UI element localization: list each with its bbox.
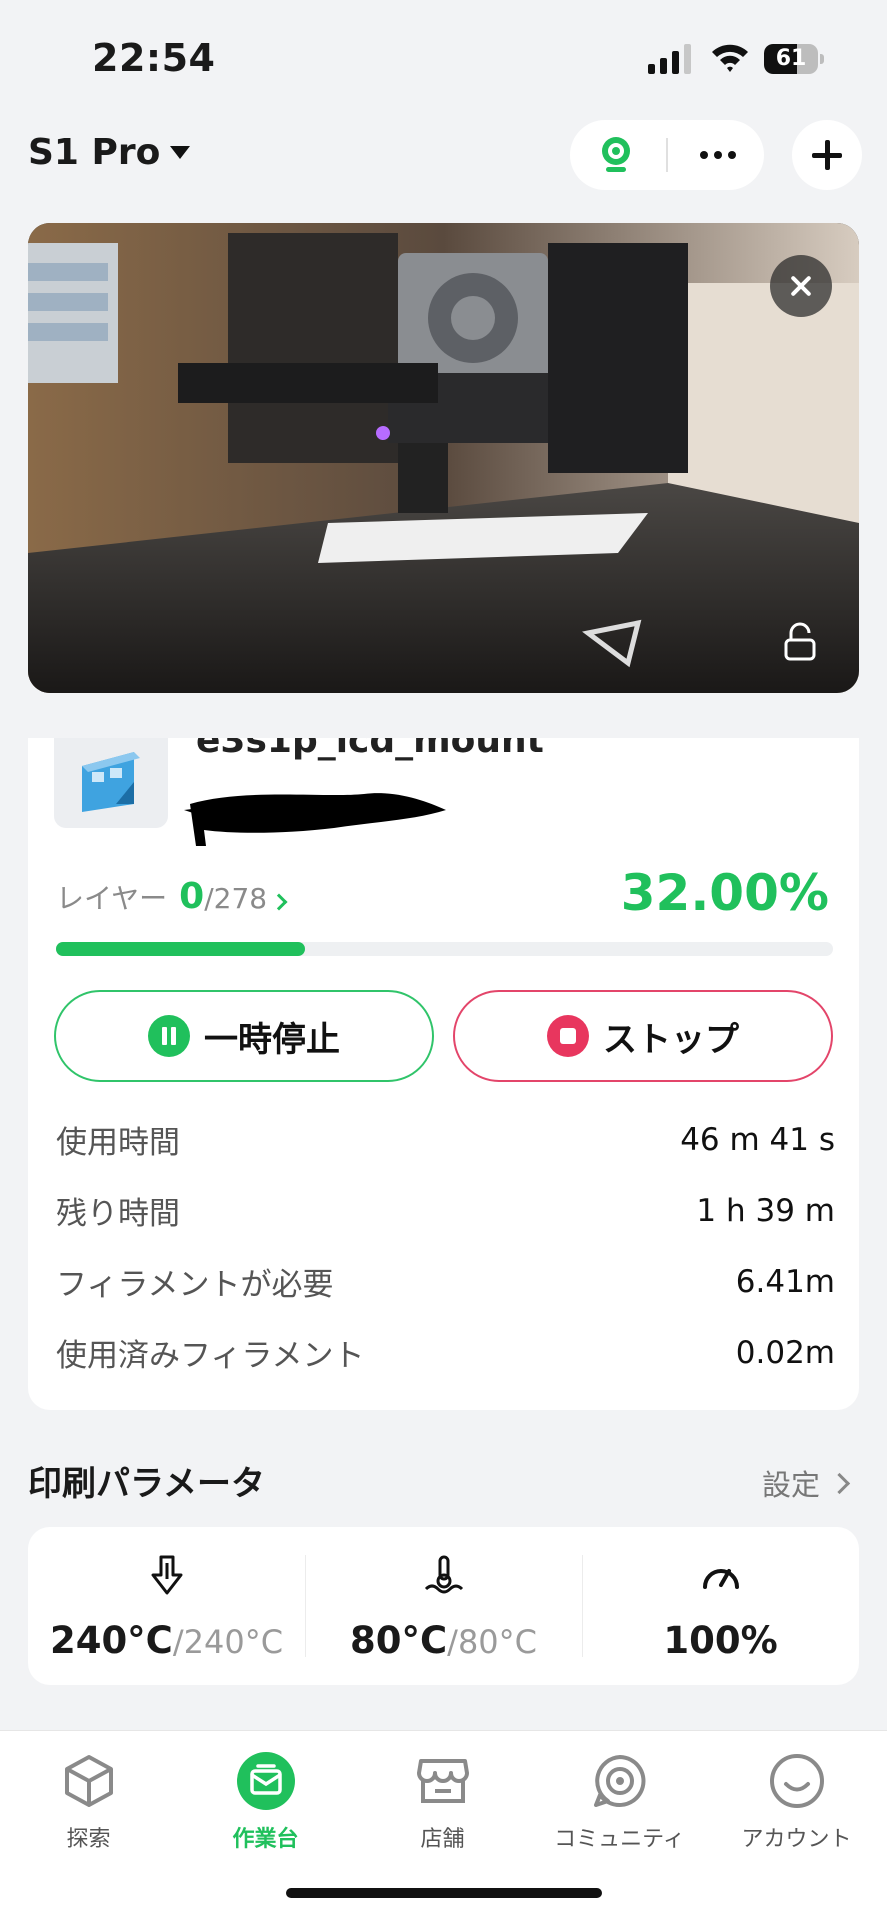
device-selector[interactable]: S1 Pro: [28, 132, 191, 173]
param-nozzle-temp[interactable]: 240°C/240°C: [28, 1527, 305, 1685]
camera-feed[interactable]: [28, 223, 859, 693]
nozzle-temp-value: 240°C: [49, 1619, 173, 1662]
bed-temperature-icon: [424, 1555, 463, 1594]
caret-down-icon: [170, 146, 191, 159]
nozzle-temp-target: /240°C: [172, 1623, 284, 1661]
speed-gauge-icon: [702, 1569, 739, 1589]
model-thumbnail: [54, 738, 168, 828]
tab-explore[interactable]: 探索: [0, 1751, 177, 1853]
stat-label: 残り時間: [56, 1196, 180, 1232]
model-name: e3s1p_lcd_mount: [196, 738, 544, 761]
device-name: S1 Pro: [28, 132, 161, 173]
pause-button[interactable]: 一時停止: [54, 990, 434, 1082]
tab-label: 店舗: [420, 1827, 465, 1852]
bed-temp-target: /80°C: [447, 1623, 537, 1661]
progress-bar: [56, 942, 833, 956]
stop-icon: [547, 1015, 589, 1057]
layer-total: /278: [204, 882, 268, 915]
community-icon: [593, 1755, 645, 1807]
stop-button[interactable]: ストップ: [453, 990, 833, 1082]
pause-label: 一時停止: [204, 1019, 340, 1060]
camera-image: [28, 223, 859, 693]
tab-label: アカウント: [741, 1827, 852, 1852]
tab-community[interactable]: コミュニティ: [531, 1751, 708, 1853]
progress-fill: [56, 942, 305, 956]
param-speed[interactable]: 100%: [582, 1527, 859, 1685]
chevron-right-icon: [270, 893, 288, 911]
settings-label: 設定: [761, 1468, 820, 1502]
tab-label: 作業台: [232, 1827, 299, 1852]
unlock-icon[interactable]: [782, 622, 818, 662]
webcam-icon[interactable]: [594, 133, 638, 177]
tab-label: 探索: [66, 1827, 111, 1852]
cellular-signal-icon: [648, 44, 691, 74]
pause-icon: [148, 1015, 190, 1057]
status-bar: 22:54 61: [0, 0, 887, 110]
layer-progress-link[interactable]: レイヤー 0 /278: [56, 876, 288, 917]
stat-label: 使用時間: [56, 1125, 180, 1161]
battery-level: 61: [775, 46, 807, 71]
stat-value: 6.41m: [735, 1263, 835, 1300]
stop-label: ストップ: [603, 1019, 739, 1060]
layer-label: レイヤー: [56, 882, 168, 915]
stat-row-filament-used: 使用済みフィラメント 0.02m: [56, 1317, 835, 1388]
redaction-mark: [184, 793, 446, 846]
stat-row-remaining: 残り時間 1 h 39 m: [56, 1175, 835, 1246]
speed-value: 100%: [663, 1619, 778, 1662]
header-actions: [570, 120, 764, 190]
more-dots-icon[interactable]: [688, 133, 748, 177]
tab-label: コミュニティ: [554, 1827, 685, 1852]
params-title: 印刷パラメータ: [28, 1464, 265, 1504]
add-button[interactable]: [792, 120, 862, 190]
stat-row-filament-needed: フィラメントが必要 6.41m: [56, 1246, 835, 1317]
battery-icon: 61: [764, 44, 824, 74]
nozzle-temperature-icon: [151, 1555, 182, 1595]
job-stats: 使用時間 46 m 41 s 残り時間 1 h 39 m フィラメントが必要 6…: [56, 1104, 835, 1388]
stat-label: フィラメントが必要: [56, 1267, 334, 1303]
param-bed-temp[interactable]: 80°C/80°C: [305, 1527, 582, 1685]
account-icon: [769, 1754, 824, 1808]
home-indicator: [286, 1888, 602, 1898]
chevron-right-icon: [828, 1472, 851, 1494]
params-card: 240°C/240°C 80°C/80°C 100%: [28, 1527, 859, 1685]
cube-icon: [64, 1755, 113, 1807]
stat-row-elapsed: 使用時間 46 m 41 s: [56, 1104, 835, 1175]
bed-temp-value: 80°C: [350, 1619, 448, 1662]
progress-percent: 32.00%: [620, 864, 829, 922]
stat-value: 1 h 39 m: [696, 1192, 835, 1229]
tab-store[interactable]: 店舗: [354, 1751, 531, 1853]
status-time: 22:54: [92, 36, 216, 80]
stat-value: 0.02m: [735, 1334, 835, 1371]
tab-account[interactable]: アカウント: [708, 1751, 885, 1853]
stat-label: 使用済みフィラメント: [56, 1338, 365, 1374]
close-camera-button[interactable]: [770, 255, 832, 317]
workbench-icon: [236, 1752, 295, 1810]
stat-value: 46 m 41 s: [680, 1121, 835, 1158]
tab-workbench[interactable]: 作業台: [177, 1751, 354, 1853]
params-settings-link[interactable]: 設定: [761, 1462, 851, 1504]
layer-current: 0: [179, 876, 205, 917]
store-icon: [416, 1759, 469, 1803]
print-job-card: e3s1p_lcd_mount レイヤー 0 /278 32.00% 一時停止 …: [28, 738, 859, 1410]
wifi-icon: [712, 44, 748, 72]
